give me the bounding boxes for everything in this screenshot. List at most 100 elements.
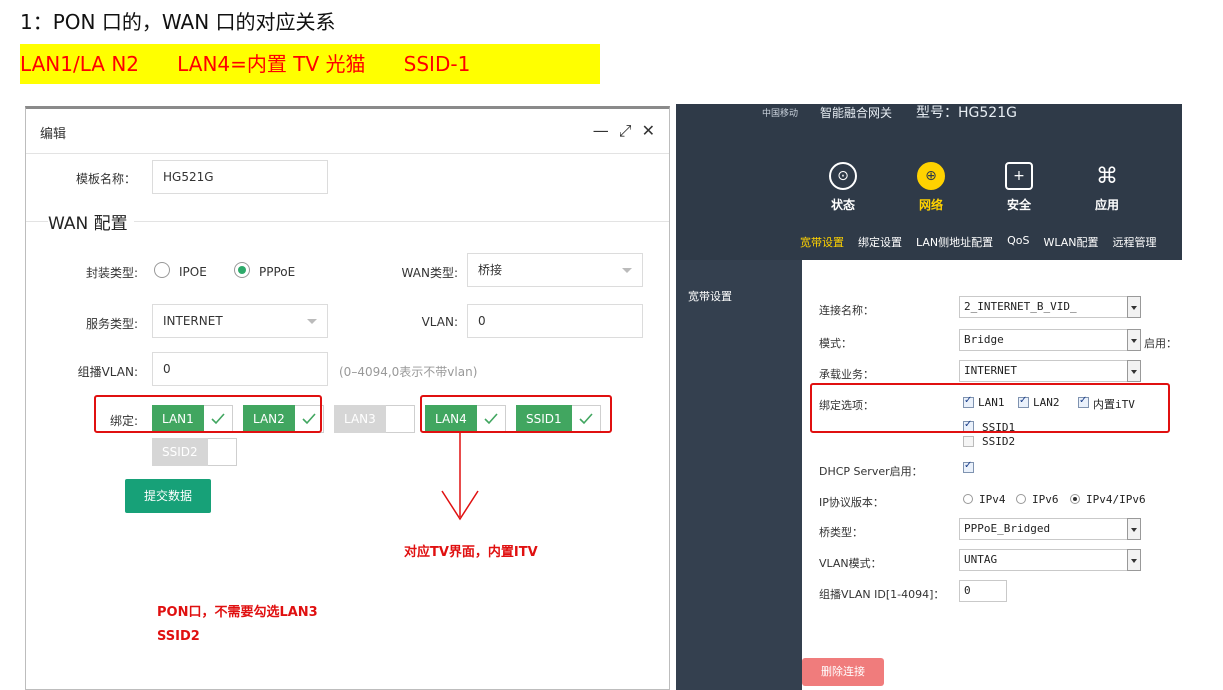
ipv4v6-radio[interactable]: [1070, 494, 1080, 504]
mcast-vlan-id-input[interactable]: 0: [959, 580, 1007, 602]
conn-name-select[interactable]: 2_INTERNET_B_VID_: [959, 296, 1141, 318]
ipv4v6-text: IPv4/IPv6: [1086, 493, 1146, 506]
bridge-type-label: 桥类型：: [819, 526, 863, 539]
wan-type-select[interactable]: 桥接: [467, 253, 643, 287]
router-header: 中国移动 智能融合网关 型号：HG521G ⊙ 状态 ⊕ 网络 + 安全 ⌘ 应…: [676, 104, 1182, 256]
template-name-field[interactable]: HG521G: [152, 160, 328, 194]
vlan-mode-value: UNTAG: [964, 553, 998, 566]
annotation-box-lan: [94, 395, 322, 433]
shield-icon: +: [1005, 162, 1033, 190]
bind-lan3[interactable]: LAN3: [334, 405, 415, 433]
bridge-type-select[interactable]: PPPoE_Bridged: [959, 518, 1141, 540]
ipoe-label: IPOE: [179, 265, 207, 279]
subnav-binding[interactable]: 绑定设置: [858, 234, 902, 258]
wan-type-value: 桥接: [478, 263, 503, 277]
mcast-vlan-id-label: 组播VLAN ID[1-4094]：: [819, 588, 945, 601]
service-select[interactable]: INTERNET: [959, 360, 1141, 382]
encap-type-label: 封装类型:: [85, 266, 138, 280]
nav-apps[interactable]: ⌘ 应用: [1072, 162, 1142, 213]
mode-value: Bridge: [964, 333, 1004, 346]
subnav-broadband[interactable]: 宽带设置: [800, 234, 844, 258]
maximize-icon[interactable]: ⤢: [619, 121, 632, 141]
mcast-vlan-input[interactable]: 0: [152, 352, 328, 386]
nav-security-label: 安全: [1006, 198, 1031, 212]
pppoe-radio[interactable]: [234, 262, 250, 278]
router-model: 型号：HG521G: [916, 105, 1017, 121]
globe-icon: ⊕: [917, 162, 945, 190]
nav-apps-label: 应用: [1094, 198, 1119, 212]
dropdown-icon: [1127, 549, 1141, 571]
chevron-down-icon: [622, 268, 632, 273]
target-icon: ⊙: [829, 162, 857, 190]
pon-annotation: PON口，不需要勾选LAN3: [157, 605, 318, 620]
conn-name-value: 2_INTERNET_B_VID_: [964, 300, 1077, 313]
sidebar-item-broadband[interactable]: 宽带设置: [688, 288, 732, 304]
service-type-select[interactable]: INTERNET: [152, 304, 328, 338]
submit-button[interactable]: 提交数据: [125, 479, 211, 513]
highlight-note: LAN1/LA N2 LAN4=内置 TV 光猫 SSID-1: [20, 44, 600, 84]
enable-label: 启用：: [1144, 337, 1177, 350]
chevron-down-icon: [307, 319, 317, 324]
bind-ssid2-label: SSID2: [152, 438, 208, 466]
vlan-label: VLAN:: [421, 315, 458, 329]
checkbox-empty: [385, 405, 415, 433]
conn-name-label: 连接名称：: [819, 304, 874, 317]
ipv4-radio[interactable]: [963, 494, 973, 504]
delete-connection-button[interactable]: 删除连接: [802, 658, 884, 686]
dhcp-label: DHCP Server启用：: [819, 465, 923, 478]
vlan-input[interactable]: 0: [467, 304, 643, 338]
dialog-title: 编辑: [40, 127, 67, 142]
dhcp-checkbox[interactable]: [963, 460, 974, 473]
minimize-icon[interactable]: —: [593, 121, 609, 141]
nav-network-label: 网络: [918, 198, 943, 212]
page-heading: 1：PON 口的，WAN 口的对应关系: [20, 10, 336, 34]
dropdown-icon: [1127, 518, 1141, 540]
bind-ssid2-checkbox[interactable]: [963, 436, 974, 447]
router-form: 连接名称： 2_INTERNET_B_VID_ 模式： Bridge 启用： 承…: [802, 260, 1182, 690]
subnav-remote[interactable]: 远程管理: [1113, 234, 1157, 258]
checkbox-empty: [207, 438, 237, 466]
template-name-label: 模板名称：: [75, 172, 136, 186]
bind-lan3-label: LAN3: [334, 405, 386, 433]
service-type-value: INTERNET: [163, 314, 223, 328]
dropdown-icon: [1127, 360, 1141, 382]
vlan-mode-select[interactable]: UNTAG: [959, 549, 1141, 571]
bind-ssid2-text: SSID2: [982, 435, 1016, 448]
sub-navigation: 宽带设置 绑定设置 LAN侧地址配置 QoS WLAN配置 远程管理: [800, 234, 1182, 258]
subnav-qos[interactable]: QoS: [1007, 234, 1029, 258]
router-title: 智能融合网关: [820, 106, 893, 120]
close-icon[interactable]: ✕: [642, 121, 655, 141]
service-label: 承载业务：: [819, 368, 874, 381]
annotation-arrow: [441, 433, 479, 521]
subnav-wlan[interactable]: WLAN配置: [1044, 234, 1099, 258]
wan-type-label: WAN类型:: [401, 266, 458, 280]
mcast-vlan-label: 组播VLAN:: [77, 365, 138, 379]
dropdown-icon: [1127, 296, 1141, 318]
mode-select[interactable]: Bridge: [959, 329, 1141, 351]
subnav-lan-address[interactable]: LAN侧地址配置: [916, 234, 993, 258]
wan-section-title: WAN 配置: [48, 209, 134, 234]
nav-network[interactable]: ⊕ 网络: [896, 162, 966, 213]
mcast-hint: (0–4094,0表示不带vlan): [339, 365, 478, 379]
annotation-box-router-bind: [810, 383, 1170, 433]
bridge-type-value: PPPoE_Bridged: [964, 522, 1051, 535]
nav-security[interactable]: + 安全: [984, 162, 1054, 213]
vlan-mode-label: VLAN模式：: [819, 557, 882, 570]
brand-logo: 中国移动: [762, 109, 799, 119]
bind-ssid2[interactable]: SSID2: [152, 438, 237, 466]
dropdown-icon: [1127, 329, 1141, 351]
router-sidebar: 宽带设置: [676, 260, 802, 690]
ipoe-radio[interactable]: [154, 262, 170, 278]
ipv6-text: IPv6: [1032, 493, 1059, 506]
mode-label: 模式：: [819, 337, 852, 350]
ssid2-annotation: SSID2: [157, 629, 200, 644]
nav-status[interactable]: ⊙ 状态: [808, 162, 878, 213]
ip-version-label: IP协议版本：: [819, 496, 884, 509]
annotation-box-lan4-ssid1: [420, 395, 612, 433]
ipv4-text: IPv4: [979, 493, 1006, 506]
ipv6-radio[interactable]: [1016, 494, 1026, 504]
title-divider: [26, 153, 669, 154]
dialog-controls: — ⤢ ✕: [593, 121, 655, 141]
apps-icon: ⌘: [1096, 163, 1118, 189]
service-value: INTERNET: [964, 364, 1017, 377]
